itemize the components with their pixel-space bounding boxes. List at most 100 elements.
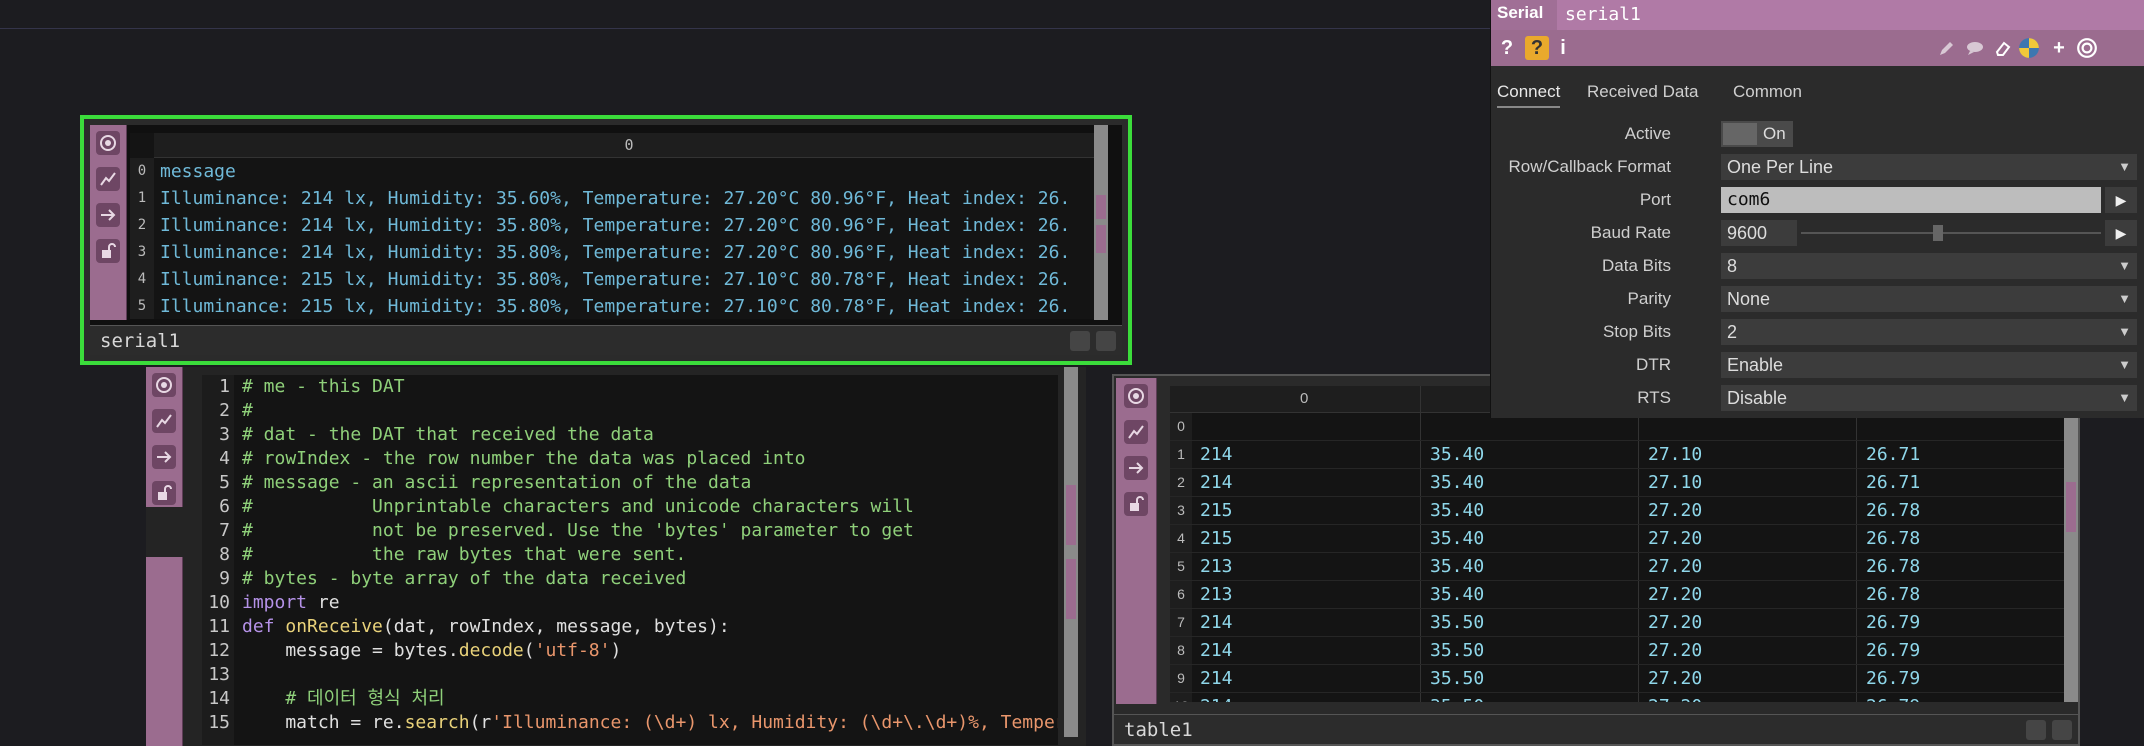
table-cell[interactable]: 26.79 <box>1866 693 1920 702</box>
dtr-dropdown[interactable]: Enable ▼ <box>1721 352 2137 378</box>
table-cell[interactable]: 213 <box>1200 553 1233 580</box>
table-row[interactable]: 1 214 35.40 27.10 26.71 <box>1170 441 2074 469</box>
table-cell[interactable]: 35.50 <box>1430 693 1484 702</box>
table-cell[interactable]: 35.50 <box>1430 665 1484 692</box>
node-pin-button[interactable] <box>2052 720 2072 740</box>
table-cell[interactable]: 27.20 <box>1648 665 1702 692</box>
comment-icon[interactable] <box>1963 36 1987 60</box>
python-icon[interactable] <box>2017 36 2041 60</box>
python-help-icon[interactable]: ? <box>1525 36 1549 60</box>
node-name-label[interactable]: serial1 <box>90 325 1122 355</box>
info-icon[interactable]: i <box>1551 36 1575 60</box>
table-cell[interactable]: Illuminance: 215 lx, Humidity: 35.80%, T… <box>160 266 1070 293</box>
table-cell[interactable]: message <box>160 158 236 185</box>
viewer-active-icon[interactable] <box>152 373 176 397</box>
table-cell[interactable]: Illuminance: 214 lx, Humidity: 35.80%, T… <box>160 239 1070 266</box>
table-cell[interactable]: 26.79 <box>1866 665 1920 692</box>
table-cell[interactable]: 27.20 <box>1648 637 1702 664</box>
table-row[interactable]: 6 213 35.40 27.20 26.78 <box>1170 581 2074 609</box>
parity-dropdown[interactable]: None ▼ <box>1721 286 2137 312</box>
export-flag-icon[interactable] <box>152 445 176 469</box>
viewer-active-icon[interactable] <box>1124 384 1148 408</box>
table-cell[interactable]: 35.40 <box>1430 497 1484 524</box>
slider-handle[interactable] <box>1933 225 1943 241</box>
table-row[interactable]: 5 213 35.40 27.20 26.78 <box>1170 553 2074 581</box>
eraser-icon[interactable] <box>1991 36 2015 60</box>
table-cell[interactable]: 215 <box>1200 497 1233 524</box>
table-cell[interactable]: 214 <box>1200 637 1233 664</box>
table-row[interactable]: 7 214 35.50 27.20 26.79 <box>1170 609 2074 637</box>
export-flag-icon[interactable] <box>1124 456 1148 480</box>
table-cell[interactable]: 26.78 <box>1866 497 1920 524</box>
table-cell[interactable]: 27.20 <box>1648 497 1702 524</box>
table-cell[interactable]: 26.71 <box>1866 469 1920 496</box>
help-icon[interactable]: ? <box>1495 36 1519 60</box>
baud-rate-slider[interactable] <box>1801 225 2101 241</box>
viewer-toggle-button[interactable] <box>2026 720 2046 740</box>
lock-flag-icon[interactable] <box>96 239 120 263</box>
table-row[interactable]: 5 Illuminance: 215 lx, Humidity: 35.80%, … <box>130 293 1104 319</box>
add-icon[interactable]: + <box>2047 36 2071 60</box>
node-name-label[interactable]: table1 <box>1114 714 2078 744</box>
code-line[interactable]: 4 # rowIndex - the row number the data wa… <box>202 447 1058 471</box>
serial1-scrollbar[interactable] <box>1094 125 1108 320</box>
stop-bits-dropdown[interactable]: 2 ▼ <box>1721 319 2137 345</box>
serial1-callbacks-dat-node[interactable]: 1 # me - this DAT 2 #3 # dat - the DAT that … <box>146 367 1086 746</box>
table-row[interactable]: 8 214 35.50 27.20 26.79 <box>1170 637 2074 665</box>
rts-dropdown[interactable]: Disable ▼ <box>1721 385 2137 411</box>
table-cell[interactable]: 214 <box>1200 441 1233 468</box>
table-cell[interactable]: 214 <box>1200 469 1233 496</box>
table-cell[interactable]: 35.40 <box>1430 441 1484 468</box>
table-cell[interactable]: 27.20 <box>1648 553 1702 580</box>
cook-flag-icon[interactable] <box>96 167 120 191</box>
code-line[interactable]: 9 # bytes - byte array of the data receiv… <box>202 567 1058 591</box>
table-row[interactable]: 4 215 35.40 27.20 26.78 <box>1170 525 2074 553</box>
table-row[interactable]: 1 Illuminance: 214 lx, Humidity: 35.60%, … <box>130 185 1104 212</box>
table-cell[interactable]: 27.20 <box>1648 525 1702 552</box>
table-cell[interactable]: Illuminance: 214 lx, Humidity: 35.80%, T… <box>160 212 1070 239</box>
node-pin-button[interactable] <box>1096 331 1116 351</box>
table-cell[interactable]: 35.50 <box>1430 637 1484 664</box>
code-line[interactable]: 3 # dat - the DAT that received the data <box>202 423 1058 447</box>
lock-flag-icon[interactable] <box>1124 492 1148 516</box>
target-icon[interactable] <box>2075 36 2099 60</box>
serial1-dat-node[interactable]: 0 0 message 1 Illuminance: 214 lx, Humidity… <box>80 115 1132 365</box>
table-row[interactable]: 10 214 35.50 27.20 26.79 <box>1170 693 2074 702</box>
table-cell[interactable]: 35.40 <box>1430 553 1484 580</box>
code-line[interactable]: 2 # <box>202 399 1058 423</box>
table-cell[interactable]: 214 <box>1200 609 1233 636</box>
code-scrollbar[interactable] <box>1064 367 1078 737</box>
table-cell[interactable]: 27.20 <box>1648 693 1702 702</box>
table-cell[interactable]: 26.71 <box>1866 441 1920 468</box>
cook-flag-icon[interactable] <box>1124 420 1148 444</box>
table-row[interactable]: 0 message <box>130 158 1104 185</box>
code-line[interactable]: 11 def onReceive(dat, rowIndex, message, … <box>202 615 1058 639</box>
lock-flag-icon[interactable] <box>152 481 176 505</box>
baud-rate-field[interactable]: 9600 <box>1721 220 1797 246</box>
code-line[interactable]: 13 <box>202 663 1058 687</box>
table-cell[interactable]: Illuminance: 214 lx, Humidity: 35.60%, T… <box>160 185 1070 212</box>
tab-common[interactable]: Common <box>1733 78 1802 106</box>
cook-flag-icon[interactable] <box>152 409 176 433</box>
tab-connect[interactable]: Connect <box>1497 78 1561 108</box>
code-line[interactable]: 14 # 데이터 형식 처리 <box>202 687 1058 711</box>
table-cell[interactable]: 35.40 <box>1430 525 1484 552</box>
code-line[interactable]: 12 message = bytes.decode('utf-8') <box>202 639 1058 663</box>
code-line[interactable]: 1 # me - this DAT <box>202 375 1058 399</box>
table-row[interactable]: 4 Illuminance: 215 lx, Humidity: 35.80%, … <box>130 266 1104 293</box>
table1-dat-node[interactable]: 0 0 1 214 35.40 27.10 26.71 2 214 35.40 27.10 26.7… <box>1112 374 2080 746</box>
table-cell[interactable]: 27.10 <box>1648 469 1702 496</box>
code-line[interactable]: 7 # not be preserved. Use the 'bytes' par… <box>202 519 1058 543</box>
table-cell[interactable]: 27.20 <box>1648 581 1702 608</box>
table-cell[interactable]: 35.40 <box>1430 581 1484 608</box>
table-row[interactable]: 2 Illuminance: 214 lx, Humidity: 35.80%, … <box>130 212 1104 239</box>
port-menu-button[interactable]: ▶ <box>2105 187 2137 213</box>
viewer-active-icon[interactable] <box>96 131 120 155</box>
table-cell[interactable]: 27.20 <box>1648 609 1702 636</box>
table-cell[interactable]: 27.10 <box>1648 441 1702 468</box>
row-callback-format-dropdown[interactable]: One Per Line ▼ <box>1721 154 2137 180</box>
table-cell[interactable]: 215 <box>1200 525 1233 552</box>
table-cell[interactable]: 35.50 <box>1430 609 1484 636</box>
table-cell[interactable]: Illuminance: 215 lx, Humidity: 35.80%, T… <box>160 293 1070 319</box>
edit-icon[interactable] <box>1935 36 1959 60</box>
